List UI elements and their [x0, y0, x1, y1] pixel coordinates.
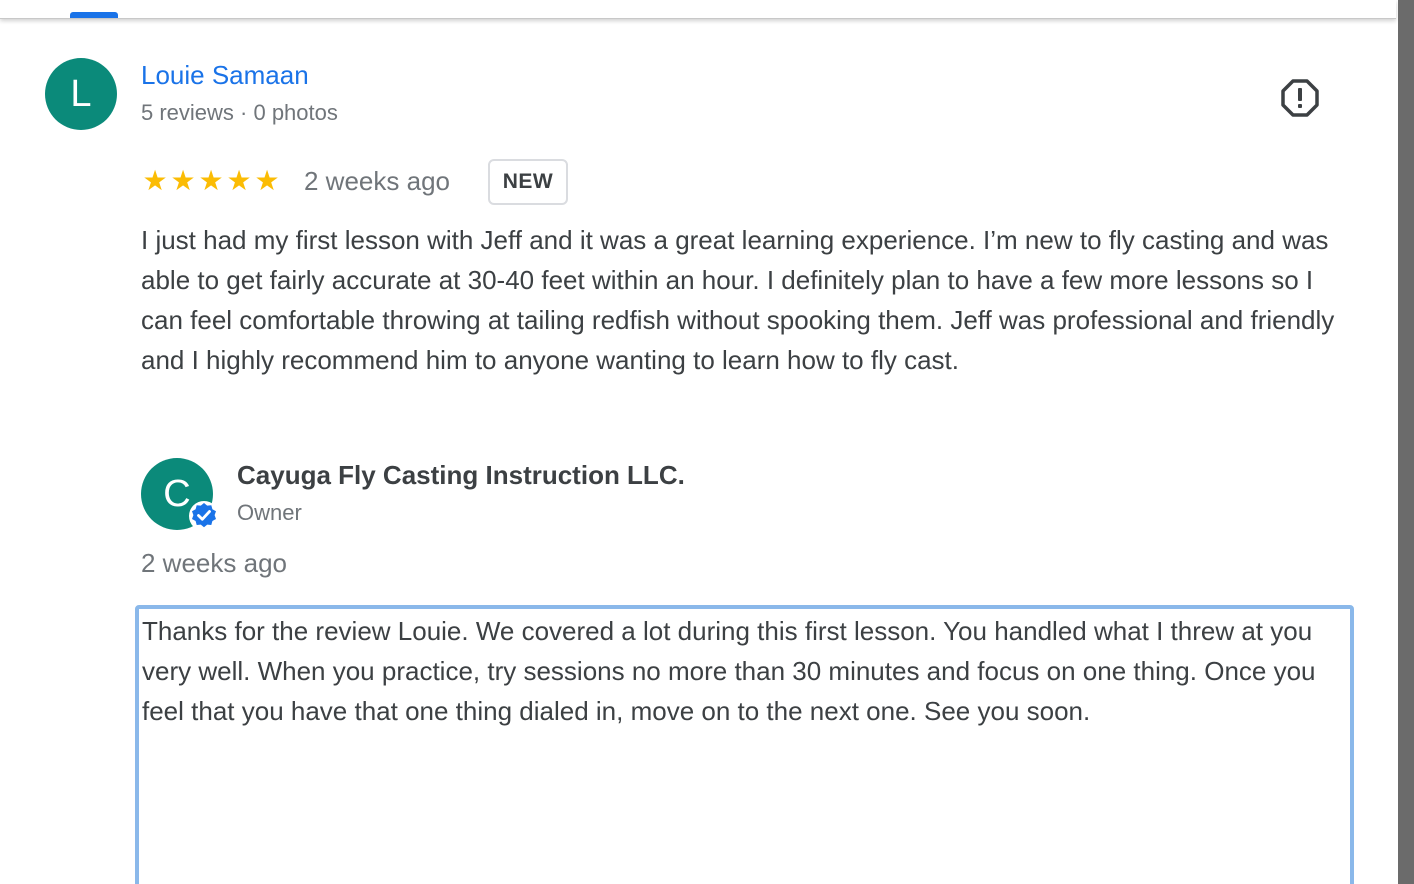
star-icon: ★ [170, 165, 196, 196]
reply-timestamp: 2 weeks ago [141, 548, 287, 578]
active-tab-indicator [70, 12, 118, 18]
reviewer-name-link[interactable]: Louie Samaan [141, 60, 309, 91]
reviewer-avatar[interactable]: L [45, 58, 117, 130]
review-card: L Louie Samaan 5 reviews · 0 photos ★ ★ … [0, 18, 1396, 884]
report-flag-icon[interactable] [1281, 79, 1319, 117]
star-icon: ★ [142, 165, 168, 196]
owner-name: Cayuga Fly Casting Instruction LLC. [237, 460, 685, 490]
verified-check-icon [189, 501, 219, 531]
owner-avatar-letter: C [163, 472, 191, 515]
review-timestamp: 2 weeks ago [304, 166, 450, 196]
star-icon: ★ [254, 165, 280, 196]
scrollbar-gutter[interactable] [1398, 0, 1414, 884]
star-icon: ★ [226, 165, 252, 196]
reply-textarea[interactable]: Thanks for the review Louie. We covered … [139, 609, 1350, 884]
star-rating: ★ ★ ★ ★ ★ [141, 164, 281, 198]
star-icon: ★ [198, 165, 224, 196]
reviewer-meta: 5 reviews · 0 photos [141, 100, 338, 125]
review-text: I just had my first lesson with Jeff and… [141, 225, 1335, 375]
review-dialog: L Louie Samaan 5 reviews · 0 photos ★ ★ … [0, 0, 1414, 884]
reviewer-avatar-letter: L [70, 72, 92, 115]
dialog-header-strip [0, 0, 1396, 19]
owner-role: Owner [237, 500, 302, 525]
new-badge: NEW [488, 159, 568, 205]
reply-editor[interactable]: Thanks for the review Louie. We covered … [135, 605, 1354, 884]
